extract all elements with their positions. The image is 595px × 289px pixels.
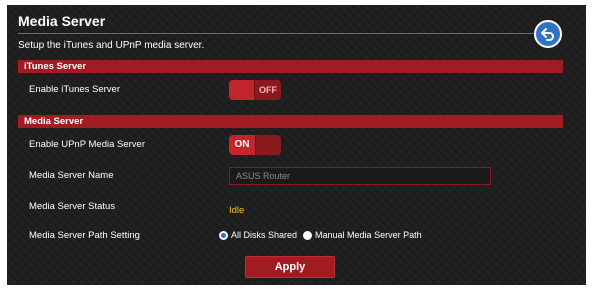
back-button[interactable] [534,20,562,48]
media-server-panel: Media Server Setup the iTunes and UPnP m… [7,5,586,285]
page-title: Media Server [18,13,106,29]
itunes-server-toggle[interactable]: OFF [229,80,281,100]
upnp-media-server-toggle[interactable]: ON [229,135,281,155]
media-server-status-value: Idle [229,205,245,216]
path-setting-radio-group: All Disks Shared Manual Media Server Pat… [219,230,428,240]
media-server-name-label: Media Server Name [29,170,114,181]
section-itunes-server: iTunes Server [18,60,563,73]
radio-label-manual-path[interactable]: Manual Media Server Path [315,230,422,240]
toggle-knob [255,135,281,155]
section-media-server: Media Server [18,115,563,128]
radio-label-all-disks[interactable]: All Disks Shared [231,230,297,240]
enable-itunes-label: Enable iTunes Server [29,84,121,95]
toggle-knob [229,80,255,100]
apply-button[interactable]: Apply [245,256,335,278]
media-server-name-input[interactable] [229,167,491,185]
media-server-path-label: Media Server Path Setting [29,230,140,241]
media-server-status-label: Media Server Status [29,201,116,212]
toggle-state-text: ON [229,135,255,155]
toggle-state-text: OFF [255,80,281,100]
title-divider [18,33,551,34]
enable-upnp-label: Enable UPnP Media Server [29,139,145,150]
radio-manual-path[interactable] [303,230,313,240]
back-arrow-icon [541,28,554,41]
radio-all-disks-shared[interactable] [219,230,228,240]
page-subtitle: Setup the iTunes and UPnP media server. [18,40,205,51]
